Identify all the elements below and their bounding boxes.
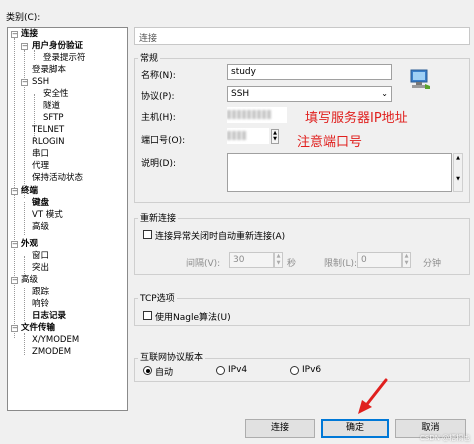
tree-item-file-transfer[interactable]: 文件传输 <box>21 323 55 334</box>
host-label: 主机(H): <box>141 113 176 123</box>
name-label: 名称(N): <box>141 71 176 81</box>
tree-item-trace[interactable]: 跟踪 <box>32 287 49 298</box>
tree-item-keyboard[interactable]: 键盘 <box>32 198 49 209</box>
ipv4-label: IPv4 <box>228 365 248 375</box>
tree-item-proxy[interactable]: 代理 <box>32 161 49 172</box>
protocol-value: SSH <box>231 89 250 99</box>
tree-item-logging[interactable]: 日志记录 <box>32 311 66 322</box>
nagle-label: 使用Nagle算法(U) <box>155 313 231 323</box>
page-header: 连接 <box>134 27 470 45</box>
port-label: 端口号(O): <box>141 136 186 146</box>
ipv6-radio[interactable] <box>290 366 299 375</box>
name-input[interactable]: study <box>227 64 392 80</box>
tree-item-advanced[interactable]: 高级 <box>21 275 38 286</box>
protocol-label: 协议(P): <box>141 92 175 102</box>
collapse-icon[interactable]: − <box>11 325 18 332</box>
tree-item-login-script[interactable]: 登录脚本 <box>32 65 66 76</box>
chevron-down-icon: ⌄ <box>381 89 388 98</box>
collapse-icon[interactable]: − <box>11 241 18 248</box>
auto-reconnect-label: 连接异常关闭时自动重新连接(A) <box>155 232 286 242</box>
tree-item-user-auth[interactable]: 用户身份验证 <box>32 41 83 52</box>
spin-up-icon[interactable]: ▲ <box>275 253 282 260</box>
scroll-up-icon[interactable]: ▲ <box>454 154 462 162</box>
connect-button[interactable]: 连接 <box>245 419 315 438</box>
description-label: 说明(D): <box>141 159 176 169</box>
tree-item-terminal[interactable]: 终端 <box>21 186 38 197</box>
category-label: 类别(C): <box>6 13 41 23</box>
tree-item-telnet[interactable]: TELNET <box>32 125 64 136</box>
tree-item-ssh[interactable]: SSH <box>32 77 49 88</box>
collapse-icon[interactable]: − <box>21 43 28 50</box>
reconnect-group-title: 重新连接 <box>138 211 179 224</box>
collapse-icon[interactable]: − <box>11 31 18 38</box>
minutes-unit: 分钟 <box>423 259 442 269</box>
spin-down-icon[interactable]: ▼ <box>275 260 282 267</box>
seconds-unit: 秒 <box>287 259 297 269</box>
tree-item-bell[interactable]: 响铃 <box>32 299 49 310</box>
tree-item-window[interactable]: 窗口 <box>32 251 49 262</box>
ipv4-radio[interactable] <box>216 366 225 375</box>
reconnect-group <box>134 218 470 275</box>
tree-item-zmodem[interactable]: ZMODEM <box>32 347 71 358</box>
ip-auto-label: 自动 <box>155 368 174 378</box>
spin-down-icon[interactable]: ▼ <box>272 136 278 142</box>
protocol-select[interactable]: SSH ⌄ <box>227 86 392 102</box>
tree-item-security[interactable]: 安全性 <box>43 89 69 100</box>
watermark: CSDN @梧桐也 <box>420 434 471 442</box>
ip-version-group-title: 互联网协议版本 <box>138 350 206 363</box>
general-group-title: 常规 <box>138 51 161 64</box>
port-input[interactable] <box>227 128 269 144</box>
arrow-annotation-icon <box>358 378 388 414</box>
port-spinner[interactable]: ▲ ▼ <box>271 129 279 144</box>
tree-item-serial[interactable]: 串口 <box>32 149 49 160</box>
tree-item-vt-mode[interactable]: VT 模式 <box>32 210 63 221</box>
port-annotation: 注意端口号 <box>297 135 363 150</box>
category-tree[interactable]: − 连接 − 用户身份验证 登录提示符 登录脚本 − SSH 安全性 隧道 SF… <box>7 27 128 411</box>
host-input[interactable] <box>227 107 287 123</box>
description-textarea[interactable] <box>227 153 452 192</box>
tree-item-connection[interactable]: 连接 <box>21 29 38 40</box>
auto-reconnect-checkbox[interactable] <box>143 230 152 239</box>
limit-spinner[interactable]: ▲ ▼ <box>402 252 411 268</box>
description-scrollbar[interactable]: ▲ ▼ <box>453 153 463 192</box>
interval-input[interactable]: 30 <box>229 252 274 268</box>
tree-item-rlogin[interactable]: RLOGIN <box>32 137 64 148</box>
interval-label: 间隔(V): <box>186 259 221 269</box>
tree-item-login-prompt[interactable]: 登录提示符 <box>43 53 86 64</box>
nagle-checkbox[interactable] <box>143 311 152 320</box>
spin-up-icon[interactable]: ▲ <box>403 253 410 260</box>
page-title: 连接 <box>139 34 158 44</box>
host-annotation: 填写服务器IP地址 <box>305 111 408 126</box>
interval-spinner[interactable]: ▲ ▼ <box>274 252 283 268</box>
tree-item-appearance[interactable]: 外观 <box>21 239 38 250</box>
ip-auto-radio[interactable] <box>143 366 152 375</box>
computer-icon <box>408 68 432 90</box>
ipv6-label: IPv6 <box>302 365 322 375</box>
tree-item-xymodem[interactable]: X/YMODEM <box>32 335 79 346</box>
limit-label: 限制(L): <box>324 259 358 269</box>
limit-input[interactable]: 0 <box>357 252 402 268</box>
scroll-down-icon[interactable]: ▼ <box>454 175 462 183</box>
tree-item-advanced1[interactable]: 高级 <box>32 222 49 233</box>
ok-button[interactable]: 确定 <box>321 419 389 438</box>
tree-item-keepalive[interactable]: 保持活动状态 <box>32 173 83 184</box>
tree-item-sftp[interactable]: SFTP <box>43 113 63 124</box>
collapse-icon[interactable]: − <box>21 79 28 86</box>
tcp-group-title: TCP选项 <box>138 291 177 304</box>
tree-item-tunnel[interactable]: 隧道 <box>43 101 60 112</box>
collapse-icon[interactable]: − <box>11 277 18 284</box>
tree-item-highlight[interactable]: 突出 <box>32 263 49 274</box>
spin-down-icon[interactable]: ▼ <box>403 260 410 267</box>
collapse-icon[interactable]: − <box>11 188 18 195</box>
